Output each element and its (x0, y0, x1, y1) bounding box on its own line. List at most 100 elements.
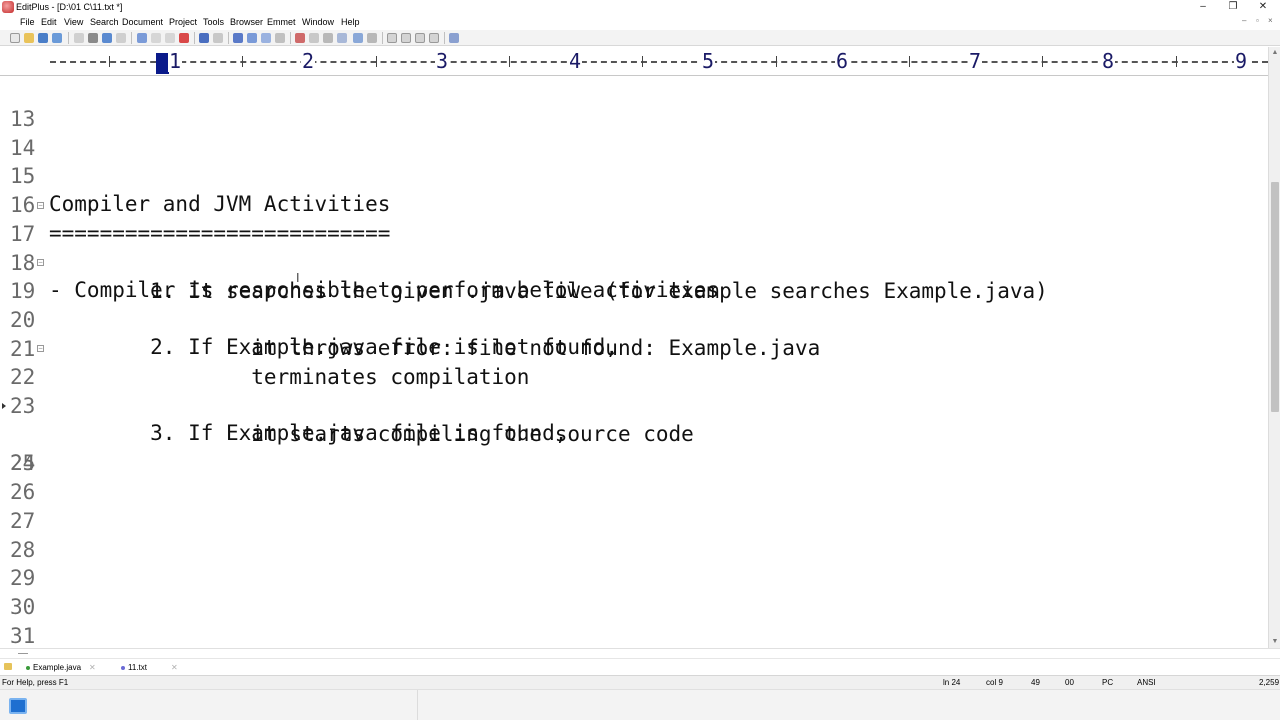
goto-line-icon[interactable] (275, 33, 285, 43)
window-arrange-icon[interactable] (415, 33, 425, 43)
mouse-ibeam-cursor-icon: I (296, 271, 300, 285)
find-icon[interactable] (233, 33, 243, 43)
restore-button[interactable]: ❐ (1218, 0, 1248, 15)
taskbar-app-icon[interactable] (9, 698, 27, 714)
menu-search[interactable]: Search (90, 17, 119, 27)
window-cascade-icon[interactable] (401, 33, 411, 43)
fold-toggle-icon[interactable]: − (37, 259, 44, 267)
font-icon[interactable] (295, 33, 305, 43)
editor-line[interactable]: 18 1. It searches the given .java file (… (0, 221, 1268, 303)
print-icon[interactable] (88, 33, 98, 43)
word-wrap-icon[interactable] (309, 33, 319, 43)
editplus-app-icon[interactable] (2, 1, 14, 13)
ruler-number: 9 (1234, 49, 1249, 73)
save-all-icon[interactable] (52, 33, 62, 43)
editor-line[interactable]: 20 it throws error: file not found: Exam… (0, 278, 1268, 360)
print-preview-icon[interactable] (74, 33, 84, 43)
status-line-ending[interactable]: PC (1102, 678, 1113, 687)
text-editor-area[interactable]: 13 14 15 Compiler and JVM Activities 16 … (0, 77, 1268, 648)
editor-line[interactable]: 19 − 2. If Example.java file is not foun… (0, 249, 1268, 359)
delete-icon[interactable] (179, 33, 189, 43)
editor-line-current[interactable]: 24 (0, 393, 1268, 475)
mdi-close-button[interactable]: × (1268, 16, 1273, 25)
directory-icon[interactable] (4, 663, 12, 670)
line-number-icon[interactable] (323, 33, 333, 43)
scrollbar-thumb[interactable] (1271, 182, 1279, 412)
status-encoding[interactable]: ANSI (1137, 678, 1156, 687)
menu-tools-label: Tools (203, 17, 225, 27)
copy-icon[interactable] (151, 33, 161, 43)
save-icon[interactable] (38, 33, 48, 43)
editor-line[interactable]: 21 terminates compilation (0, 307, 1268, 389)
redo-icon[interactable] (213, 33, 223, 43)
column-select-icon[interactable] (353, 33, 363, 43)
editor-line[interactable]: 22 − 3. If Example.java file is found, (0, 335, 1268, 445)
new-file-icon[interactable] (10, 33, 20, 43)
tab-close-icon[interactable]: ✕ (89, 661, 96, 675)
menu-document[interactable]: Document (122, 17, 163, 27)
menu-browser[interactable]: Browser (230, 17, 263, 27)
window-split-icon[interactable] (429, 33, 439, 43)
scroll-down-arrow-icon[interactable]: ▼ (1269, 636, 1280, 648)
menu-view-label: View (64, 17, 84, 27)
status-help-text: For Help, press F1 (2, 678, 69, 687)
close-button[interactable]: ✕ (1248, 0, 1278, 15)
toolbar-separator (290, 32, 291, 44)
menu-edit-label: Edit (41, 17, 57, 27)
spellcheck-icon[interactable] (102, 33, 112, 43)
taskbar-divider (417, 690, 418, 720)
menu-emmet[interactable]: Emmet (267, 17, 296, 27)
window-tile-icon[interactable] (387, 33, 397, 43)
mdi-restore-button[interactable]: ▫ (1256, 16, 1259, 25)
menu-tools[interactable]: Tools (203, 17, 224, 27)
menu-edit[interactable]: Edit (41, 17, 57, 27)
ruler-number: 4 (568, 49, 583, 73)
menu-file-label: File (20, 17, 35, 27)
menu-window[interactable]: Window (302, 17, 334, 27)
undo-icon[interactable] (199, 33, 209, 43)
editor-line[interactable]: 27 (0, 479, 1268, 533)
editor-line[interactable]: 25 (0, 421, 1268, 475)
editor-line[interactable]: 23 it starts compiling the source code (0, 364, 1268, 446)
replace-icon[interactable] (247, 33, 257, 43)
ruler-tick (509, 56, 510, 67)
vertical-scrollbar[interactable]: ▲ ▼ (1268, 47, 1280, 648)
settings-gear-icon[interactable] (367, 33, 377, 43)
menu-view[interactable]: View (64, 17, 83, 27)
open-folder-icon[interactable] (24, 33, 34, 43)
tab-example-java[interactable]: Example.java (22, 661, 85, 675)
fold-toggle-icon[interactable]: − (37, 345, 44, 353)
toolbar-separator (444, 32, 445, 44)
horizontal-scrollbar[interactable] (0, 648, 1280, 658)
fold-toggle-icon[interactable]: − (37, 201, 44, 209)
paste-icon[interactable] (165, 33, 175, 43)
editor-line[interactable]: 31 (0, 594, 1268, 648)
editor-line[interactable]: 13 (0, 77, 1268, 131)
menu-project[interactable]: Project (169, 17, 197, 27)
editor-line[interactable]: 14 (0, 106, 1268, 160)
editor-line[interactable]: 15 Compiler and JVM Activities (0, 134, 1268, 216)
scroll-up-arrow-icon[interactable]: ▲ (1269, 47, 1280, 59)
editor-line[interactable]: 26 (0, 450, 1268, 504)
tab-close-icon[interactable]: ✕ (171, 661, 178, 675)
properties-icon[interactable] (116, 33, 126, 43)
tab-11-txt[interactable]: 11.txt (117, 661, 151, 675)
minimize-button[interactable]: – (1188, 0, 1218, 15)
ruler-icon[interactable] (337, 33, 347, 43)
editor-line[interactable]: 30 (0, 565, 1268, 619)
editor-line[interactable]: 28 (0, 508, 1268, 562)
editor-line[interactable]: 17 − - Compiler is responsible to perfor… (0, 192, 1268, 302)
tab-label: 11.txt (128, 663, 147, 672)
file-type-icon (121, 665, 125, 670)
ruler-number: 5 (701, 49, 716, 73)
editor-line[interactable]: 32 (0, 622, 1268, 648)
mdi-minimize-button[interactable]: – (1242, 16, 1246, 25)
menu-help[interactable]: Help (341, 17, 360, 27)
menu-file[interactable]: File (20, 17, 35, 27)
find-in-files-icon[interactable] (261, 33, 271, 43)
cut-icon[interactable] (137, 33, 147, 43)
current-line-marker-icon (2, 402, 6, 409)
editor-line[interactable]: 29 (0, 536, 1268, 590)
editor-line[interactable]: 16 =========================== (0, 163, 1268, 245)
help-icon[interactable] (449, 33, 459, 43)
